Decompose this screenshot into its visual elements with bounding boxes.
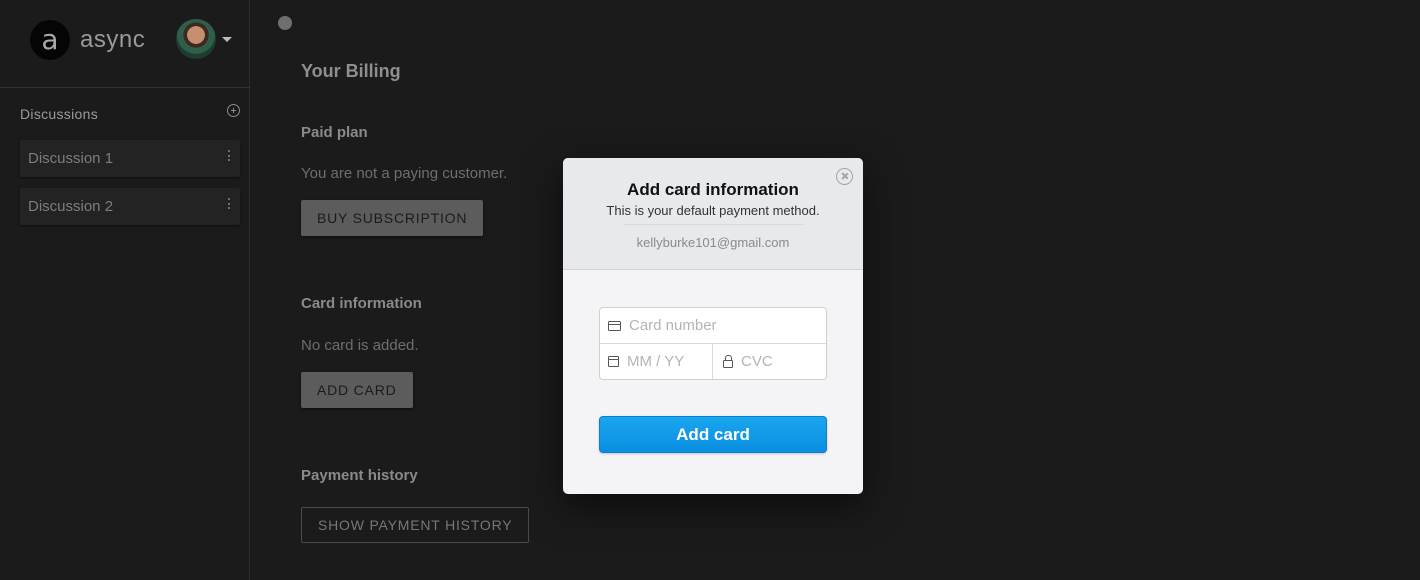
modal-email: kellyburke101@gmail.com [636, 235, 790, 250]
calendar-icon [608, 356, 619, 367]
close-icon[interactable] [836, 168, 853, 185]
card-form [599, 307, 827, 380]
paid-plan-text: You are not a paying customer. [301, 165, 508, 182]
avatar[interactable] [176, 19, 216, 59]
sidebar-divider [0, 87, 250, 88]
card-number-input[interactable] [629, 317, 826, 334]
cvc-input[interactable] [741, 353, 826, 370]
add-card-page-button[interactable]: ADD CARD [301, 372, 413, 408]
more-options-icon[interactable] [228, 198, 231, 209]
discussions-title: Discussions [20, 106, 98, 122]
modal-header: Add card information This is your defaul… [563, 158, 863, 270]
modal-subtitle: This is your default payment method. [606, 203, 820, 218]
expiry-field[interactable] [600, 344, 713, 379]
card-number-field[interactable] [600, 308, 826, 344]
page-title: Your Billing [301, 61, 401, 81]
buy-subscription-button[interactable]: BUY SUBSCRIPTION [301, 200, 484, 236]
modal-divider [623, 224, 803, 225]
modal-title: Add card information [627, 180, 799, 199]
paid-plan-title: Paid plan [301, 124, 368, 141]
sidebar-item-label: Discussion 1 [28, 150, 114, 167]
sidebar: a async Discussions Discussion 1 Discuss… [0, 0, 250, 580]
chevron-down-icon[interactable] [222, 36, 232, 42]
add-discussion-icon[interactable] [227, 103, 240, 117]
card-information-title: Card information [301, 295, 422, 312]
card-information-text: No card is added. [301, 337, 419, 354]
add-card-modal: Add card information This is your defaul… [563, 158, 863, 494]
show-payment-history-button[interactable]: SHOW PAYMENT HISTORY [301, 507, 530, 543]
credit-card-icon [608, 320, 621, 331]
payment-history-title: Payment history [301, 467, 418, 484]
status-dot-icon [278, 16, 292, 30]
brand[interactable]: a async [30, 20, 145, 60]
sidebar-item-discussion-1[interactable]: Discussion 1 [20, 140, 240, 177]
brand-name: async [80, 26, 146, 53]
cvc-field[interactable] [713, 344, 826, 379]
discussions-header: Discussions [20, 103, 240, 122]
expiry-input[interactable] [627, 353, 712, 370]
add-card-submit-button[interactable]: Add card [599, 416, 827, 453]
sidebar-item-label: Discussion 2 [28, 198, 114, 215]
user-menu[interactable] [176, 19, 232, 59]
lock-icon [723, 354, 733, 368]
more-options-icon[interactable] [228, 150, 231, 161]
logo-icon: a [30, 20, 70, 60]
sidebar-item-discussion-2[interactable]: Discussion 2 [20, 188, 240, 225]
